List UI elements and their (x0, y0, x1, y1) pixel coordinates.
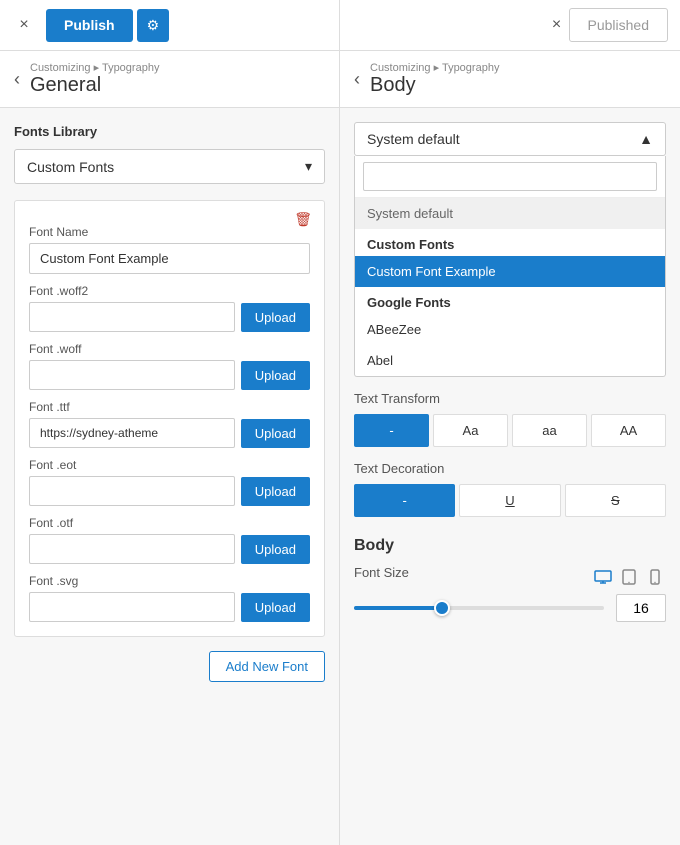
right-panel: System default ▲ System default Custom F… (340, 108, 680, 845)
body-section: Body Font Size (354, 537, 666, 622)
transform-lowercase-button[interactable]: aa (512, 414, 587, 447)
slider-fill (354, 606, 442, 610)
font-size-label: Font Size (354, 565, 409, 580)
dropdown-search-input[interactable] (363, 162, 657, 191)
transform-uppercase-button[interactable]: AA (591, 414, 666, 447)
chevron-down-icon: ▾ (305, 158, 312, 175)
ttf-upload-button[interactable]: Upload (241, 419, 310, 448)
woff-row: Upload (29, 360, 310, 390)
ttf-label: Font .ttf (29, 400, 310, 414)
woff2-input[interactable] (29, 302, 235, 332)
mobile-icon[interactable] (644, 566, 666, 588)
woff-upload-button[interactable]: Upload (241, 361, 310, 390)
transform-capitalize-button[interactable]: Aa (433, 414, 508, 447)
ttf-row: Upload (29, 418, 310, 448)
otf-upload-button[interactable]: Upload (241, 535, 310, 564)
published-button: Published (569, 8, 669, 42)
svg-upload-button[interactable]: Upload (241, 593, 310, 622)
right-back-arrow[interactable]: ‹ (354, 69, 360, 90)
left-top-bar: × Publish ⚙ (0, 0, 340, 50)
dropdown-search-wrapper (355, 156, 665, 198)
delete-icon[interactable]: 🗑 (294, 211, 312, 228)
font-select-value: System default (367, 131, 460, 147)
google-fonts-group-label: Google Fonts (355, 287, 665, 314)
tablet-icon[interactable] (618, 566, 640, 588)
gear-button[interactable]: ⚙ (137, 9, 170, 42)
svg-label: Font .svg (29, 574, 310, 588)
right-breadcrumb: Customizing ▸ Typography (370, 61, 499, 74)
desktop-icon[interactable] (592, 566, 614, 588)
font-card: 🗑 Font Name Font .woff2 Upload Font .wof… (14, 200, 325, 637)
left-heading: ‹ Customizing ▸ Typography General (0, 51, 340, 107)
add-new-font-button[interactable]: Add New Font (209, 651, 325, 682)
fonts-library-title: Fonts Library (14, 124, 325, 139)
fonts-library-dropdown-value: Custom Fonts (27, 159, 114, 175)
left-back-arrow[interactable]: ‹ (14, 69, 20, 90)
right-page-title: Body (370, 74, 499, 97)
eot-upload-button[interactable]: Upload (241, 477, 310, 506)
font-name-input[interactable] (29, 243, 310, 274)
fonts-library-dropdown[interactable]: Custom Fonts ▾ (14, 149, 325, 184)
right-close-button[interactable]: × (545, 13, 569, 37)
abeezeee-item[interactable]: ABeeZee (355, 314, 665, 345)
left-page-title: General (30, 74, 159, 97)
woff2-upload-button[interactable]: Upload (241, 303, 310, 332)
left-close-button[interactable]: × (12, 13, 36, 37)
font-size-slider[interactable] (354, 598, 604, 618)
text-decoration-row: - U S (354, 484, 666, 517)
font-size-input[interactable] (616, 594, 666, 622)
eot-row: Upload (29, 476, 310, 506)
svg-input[interactable] (29, 592, 235, 622)
publish-button[interactable]: Publish (46, 9, 133, 42)
woff-input[interactable] (29, 360, 235, 390)
right-top-bar: × Published (340, 0, 680, 50)
decoration-underline-button[interactable]: U (459, 484, 560, 517)
text-decoration-label: Text Decoration (354, 461, 666, 476)
otf-label: Font .otf (29, 516, 310, 530)
ttf-input[interactable] (29, 418, 235, 448)
font-select-button[interactable]: System default ▲ (354, 122, 666, 156)
system-default-item[interactable]: System default (355, 198, 665, 229)
slider-thumb[interactable] (434, 600, 450, 616)
font-select-wrapper: System default ▲ System default Custom F… (354, 122, 666, 377)
slider-track (354, 606, 604, 610)
decoration-none-button[interactable]: - (354, 484, 455, 517)
eot-input[interactable] (29, 476, 235, 506)
left-breadcrumb: Customizing ▸ Typography (30, 61, 159, 74)
transform-none-button[interactable]: - (354, 414, 429, 447)
otf-row: Upload (29, 534, 310, 564)
body-section-title: Body (354, 537, 666, 555)
decoration-strikethrough-button[interactable]: S (565, 484, 666, 517)
abel-item[interactable]: Abel (355, 345, 665, 376)
custom-fonts-group-label: Custom Fonts (355, 229, 665, 256)
woff-label: Font .woff (29, 342, 310, 356)
text-transform-row: - Aa aa AA (354, 414, 666, 447)
font-name-label: Font Name (29, 225, 310, 239)
chevron-up-icon: ▲ (639, 131, 653, 147)
eot-label: Font .eot (29, 458, 310, 472)
woff2-label: Font .woff2 (29, 284, 310, 298)
custom-font-example-item[interactable]: Custom Font Example (355, 256, 665, 287)
font-dropdown-panel: System default Custom Fonts Custom Font … (354, 156, 666, 377)
device-icons-group (592, 566, 666, 588)
left-panel: Fonts Library Custom Fonts ▾ 🗑 Font Name… (0, 108, 340, 845)
font-size-slider-row (354, 594, 666, 622)
otf-input[interactable] (29, 534, 235, 564)
text-transform-label: Text Transform (354, 391, 666, 406)
woff2-row: Upload (29, 302, 310, 332)
right-heading: ‹ Customizing ▸ Typography Body (340, 51, 680, 107)
svg-row: Upload (29, 592, 310, 622)
